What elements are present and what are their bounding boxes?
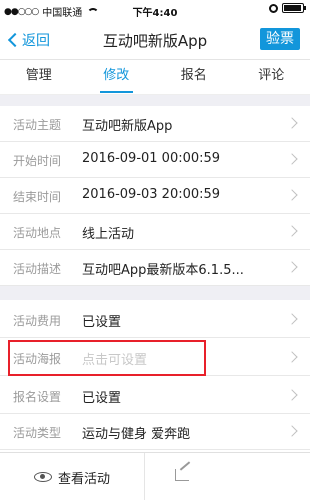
row-activity-theme[interactable]: 活动主题 互动吧新版App <box>0 106 310 142</box>
chevron-right-icon <box>286 389 298 401</box>
row-label: 结束时间 <box>13 190 62 204</box>
row-end-time[interactable]: 结束时间 2016-09-03 20:00:59 <box>0 178 310 214</box>
tab-comments[interactable]: 评论 <box>233 61 311 94</box>
chevron-right-icon <box>286 117 298 129</box>
chevron-right-icon <box>286 225 298 237</box>
chevron-right-icon <box>286 153 298 165</box>
share-edit-icon[interactable] <box>175 469 189 481</box>
status-right <box>269 3 306 13</box>
row-label: 活动主题 <box>13 118 62 132</box>
row-label: 报名设置 <box>13 390 62 404</box>
navigation-bar: 返回 互动吧新版App 验票 <box>0 20 310 60</box>
chevron-right-icon <box>286 351 298 363</box>
row-label: 开始时间 <box>13 154 62 168</box>
row-location[interactable]: 活动地点 线上活动 <box>0 214 310 250</box>
tab-edit[interactable]: 修改 <box>78 61 156 94</box>
row-value: 互动吧新版App <box>82 119 173 134</box>
chevron-right-icon <box>286 313 298 325</box>
row-label: 活动类型 <box>13 426 62 440</box>
view-activity-label: 查看活动 <box>57 471 110 487</box>
tab-manage[interactable]: 管理 <box>0 61 78 94</box>
bottom-bar: 查看活动 <box>0 452 310 500</box>
status-time: 下午4:40 <box>132 8 178 19</box>
alarm-icon <box>269 3 278 13</box>
row-start-time[interactable]: 开始时间 2016-09-01 00:00:59 <box>0 142 310 178</box>
row-value: 互动吧App最新版本6.1.5... <box>82 263 244 278</box>
row-fee[interactable]: 活动费用 已设置 <box>0 302 310 338</box>
row-label: 活动描述 <box>13 262 62 276</box>
section-divider <box>0 95 310 106</box>
verify-ticket-button[interactable]: 验票 <box>260 28 300 50</box>
chevron-right-icon <box>286 261 298 273</box>
chevron-right-icon <box>286 425 298 437</box>
chevron-right-icon <box>286 189 298 201</box>
row-label: 活动地点 <box>13 226 62 240</box>
row-value: 已设置 <box>82 391 122 406</box>
row-value: 已设置 <box>82 315 122 330</box>
row-value: 运动与健身 爱奔跑 <box>82 427 191 442</box>
tab-bar: 管理 修改 报名 评论 <box>0 61 310 95</box>
highlight-annotation <box>8 340 206 376</box>
row-value: 2016-09-03 20:00:59 <box>82 187 221 202</box>
view-activity-button[interactable]: 查看活动 <box>0 453 145 500</box>
row-signup-settings[interactable]: 报名设置 已设置 <box>0 378 310 414</box>
row-value: 线上活动 <box>82 227 135 242</box>
row-value: 2016-09-01 00:00:59 <box>82 151 221 166</box>
section-divider <box>0 286 310 300</box>
status-bar: ●●○○○ 中国联通 下午4:40 <box>0 0 310 20</box>
tab-signup[interactable]: 报名 <box>155 61 233 94</box>
row-label: 活动费用 <box>13 314 62 328</box>
eye-icon <box>33 472 52 482</box>
row-activity-type[interactable]: 活动类型 运动与健身 爱奔跑 <box>0 414 310 450</box>
row-description[interactable]: 活动描述 互动吧App最新版本6.1.5... <box>0 250 310 286</box>
battery-icon <box>282 3 306 13</box>
